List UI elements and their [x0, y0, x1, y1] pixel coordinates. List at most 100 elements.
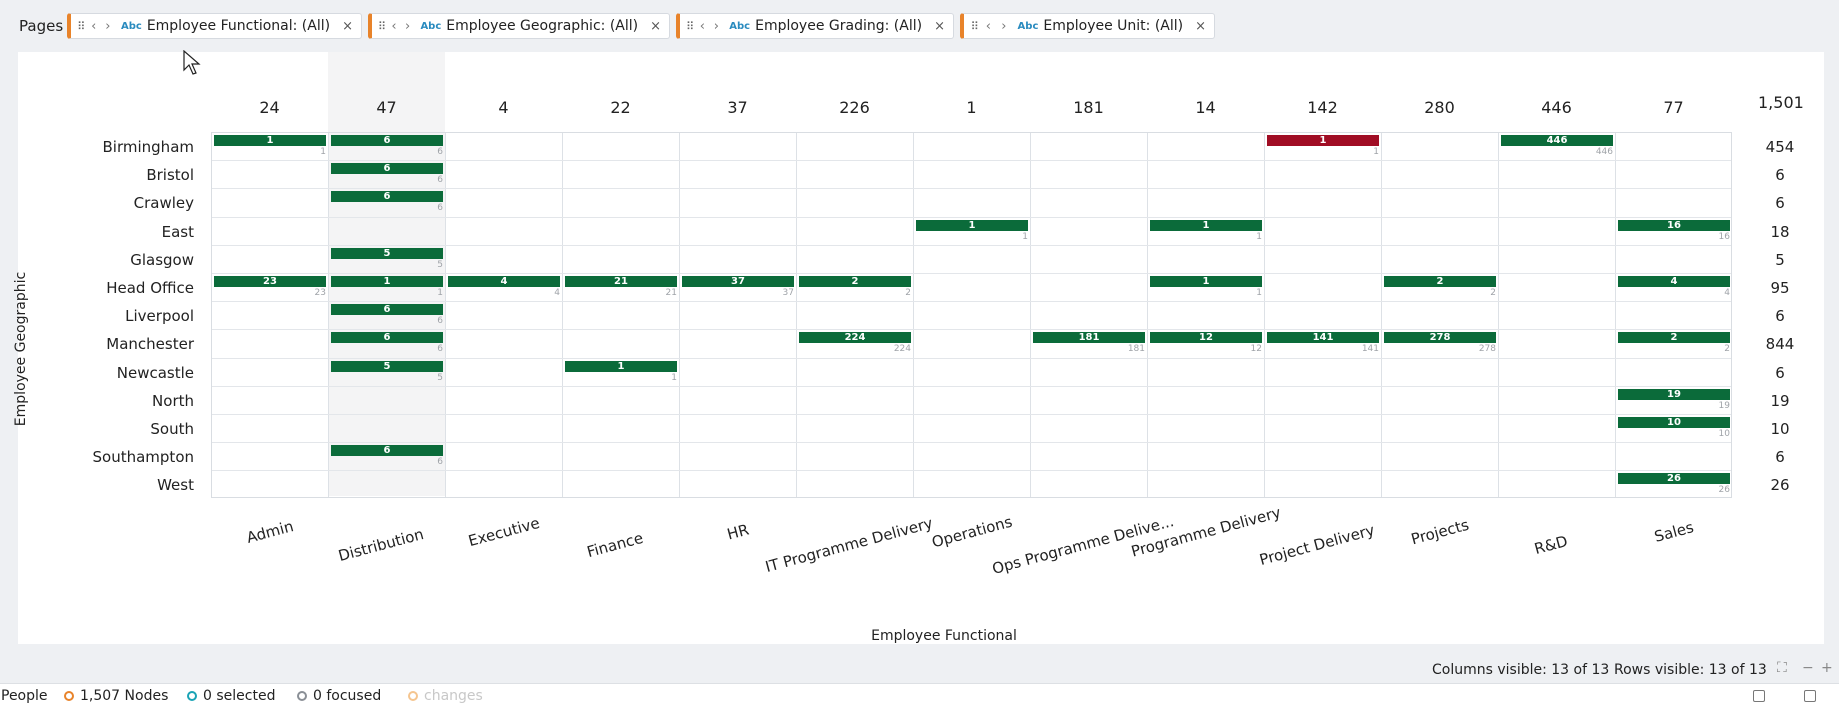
row-label[interactable]: Crawley	[134, 194, 194, 212]
zoom-out-icon[interactable]: −	[1802, 660, 1814, 676]
prev-icon[interactable]: ‹	[695, 19, 709, 34]
row-label[interactable]: Bristol	[146, 166, 194, 184]
cell-bar[interactable]: 4	[1618, 276, 1730, 287]
cell-bar[interactable]: 6	[331, 304, 443, 316]
row-total: 19	[1770, 391, 1790, 410]
cell-bar[interactable]: 4	[448, 276, 560, 287]
cell-bar[interactable]: 16	[1618, 219, 1730, 231]
cell-bar[interactable]: 26	[1618, 473, 1730, 485]
close-icon[interactable]: ×	[1195, 19, 1206, 34]
row-total: 6	[1775, 363, 1785, 382]
cell-bar[interactable]: 6	[331, 191, 443, 203]
cell-bar[interactable]: 1	[1150, 219, 1262, 231]
row-total: 10	[1770, 420, 1790, 438]
prev-icon[interactable]: ‹	[387, 19, 401, 34]
row-total: 6	[1775, 194, 1785, 213]
cell-value: 1	[1256, 231, 1262, 242]
cell-value: 446	[1595, 147, 1613, 157]
row-label[interactable]: Birmingham	[103, 138, 194, 156]
nodes-dot-icon	[64, 691, 74, 701]
cell-bar[interactable]: 141	[1267, 332, 1379, 344]
row-label[interactable]: East	[162, 223, 194, 241]
cell-bar[interactable]: 181	[1033, 332, 1145, 344]
cell-bar[interactable]: 5	[331, 247, 443, 259]
next-icon[interactable]: ›	[101, 19, 115, 34]
next-icon[interactable]: ›	[709, 19, 723, 34]
row-label[interactable]: Head Office	[106, 279, 194, 297]
cell-bar[interactable]: 224	[799, 332, 911, 344]
cell-bar[interactable]: 37	[682, 276, 794, 287]
row-total: 844	[1765, 335, 1795, 354]
cell-bar[interactable]: 278	[1384, 332, 1496, 344]
filter-pill[interactable]: ⠿ ‹ › Abc Employee Functional: (All) ×	[67, 13, 362, 39]
grid-row-divider	[212, 301, 1731, 303]
filter-pill[interactable]: ⠿ ‹ › Abc Employee Unit: (All) ×	[960, 13, 1215, 39]
cell-value: 2	[1724, 344, 1730, 355]
cell-bar[interactable]: 1	[1267, 135, 1379, 146]
cell-value: 1	[1256, 288, 1262, 298]
cell-bar[interactable]: 6	[331, 163, 443, 175]
fit-icon[interactable]: ⛶	[1777, 660, 1787, 676]
cell-value: 5	[437, 259, 443, 270]
row-label[interactable]: West	[157, 476, 194, 494]
cell-bar[interactable]: 19	[1618, 388, 1730, 400]
cell-bar[interactable]: 1	[565, 360, 677, 372]
row-label[interactable]: Southampton	[93, 448, 194, 466]
row-total: 26	[1770, 476, 1790, 495]
close-icon[interactable]: ×	[934, 19, 945, 34]
next-icon[interactable]: ›	[996, 19, 1011, 34]
cell-bar[interactable]: 2	[1618, 332, 1730, 344]
grid-row-divider	[212, 244, 1731, 246]
add-panel-icon[interactable]	[1753, 690, 1765, 702]
prev-icon[interactable]: ‹	[981, 19, 996, 34]
grid-row-divider	[212, 273, 1731, 274]
cell-bar[interactable]: 21	[565, 276, 677, 287]
row-label[interactable]: Newcastle	[117, 364, 194, 382]
cell-bar[interactable]: 2	[1384, 276, 1496, 287]
duplicate-panel-icon[interactable]	[1804, 690, 1816, 702]
cell-bar[interactable]: 6	[331, 445, 443, 457]
zoom-in-icon[interactable]: +	[1821, 660, 1833, 676]
cell-bar[interactable]: 1	[214, 135, 326, 146]
cell-value: 16	[1718, 231, 1730, 242]
cell-bar[interactable]: 6	[331, 332, 443, 344]
close-icon[interactable]: ×	[342, 19, 353, 34]
drag-handle-icon[interactable]: ⠿	[75, 20, 87, 33]
next-icon[interactable]: ›	[401, 19, 415, 34]
matrix-grid[interactable]: 1 1 6 6 1 1 446 446 6 6 6 6 1 1 1 1 16 16 5 5 23 23 1 1 4 4 21 21 37…	[211, 132, 1732, 498]
changes-indicator[interactable]: changes	[408, 688, 483, 704]
close-icon[interactable]: ×	[650, 19, 661, 34]
cell-bar[interactable]: 1	[916, 219, 1028, 231]
column-total: 24	[259, 98, 280, 117]
cell-value: 21	[665, 288, 677, 298]
cell-bar[interactable]: 2	[799, 276, 911, 287]
row-label[interactable]: South	[150, 420, 194, 438]
drag-handle-icon[interactable]: ⠿	[968, 20, 981, 33]
drag-handle-icon[interactable]: ⠿	[376, 20, 387, 33]
cell-bar[interactable]: 10	[1618, 417, 1730, 428]
row-label[interactable]: Manchester	[106, 335, 194, 353]
row-label[interactable]: Liverpool	[125, 307, 194, 325]
cell-bar[interactable]: 12	[1150, 332, 1262, 344]
cell-bar[interactable]: 6	[331, 135, 443, 146]
focused-count[interactable]: 0 focused	[297, 688, 381, 704]
cell-value: 1	[437, 288, 443, 298]
filter-pill[interactable]: ⠿ ‹ › Abc Employee Grading: (All) ×	[676, 13, 954, 39]
filter-pill[interactable]: ⠿ ‹ › Abc Employee Geographic: (All) ×	[368, 13, 670, 39]
prev-icon[interactable]: ‹	[87, 19, 101, 34]
selected-count[interactable]: 0 selected	[187, 688, 275, 704]
cell-bar[interactable]: 23	[214, 276, 326, 287]
cell-bar[interactable]: 5	[331, 360, 443, 372]
focused-dot-icon	[297, 691, 307, 701]
cell-value: 6	[437, 147, 443, 157]
row-label[interactable]: Glasgow	[130, 251, 194, 269]
cell-bar[interactable]: 446	[1501, 135, 1613, 146]
row-label[interactable]: North	[152, 392, 194, 410]
drag-handle-icon[interactable]: ⠿	[684, 20, 695, 33]
nodes-count[interactable]: 1,507 Nodes	[64, 688, 168, 704]
cell-bar[interactable]: 1	[1150, 276, 1262, 287]
x-axis-title: Employee Functional	[871, 628, 1017, 644]
cell-value: 6	[437, 316, 443, 327]
cell-bar[interactable]: 1	[331, 276, 443, 287]
cell-value: 224	[893, 344, 911, 355]
